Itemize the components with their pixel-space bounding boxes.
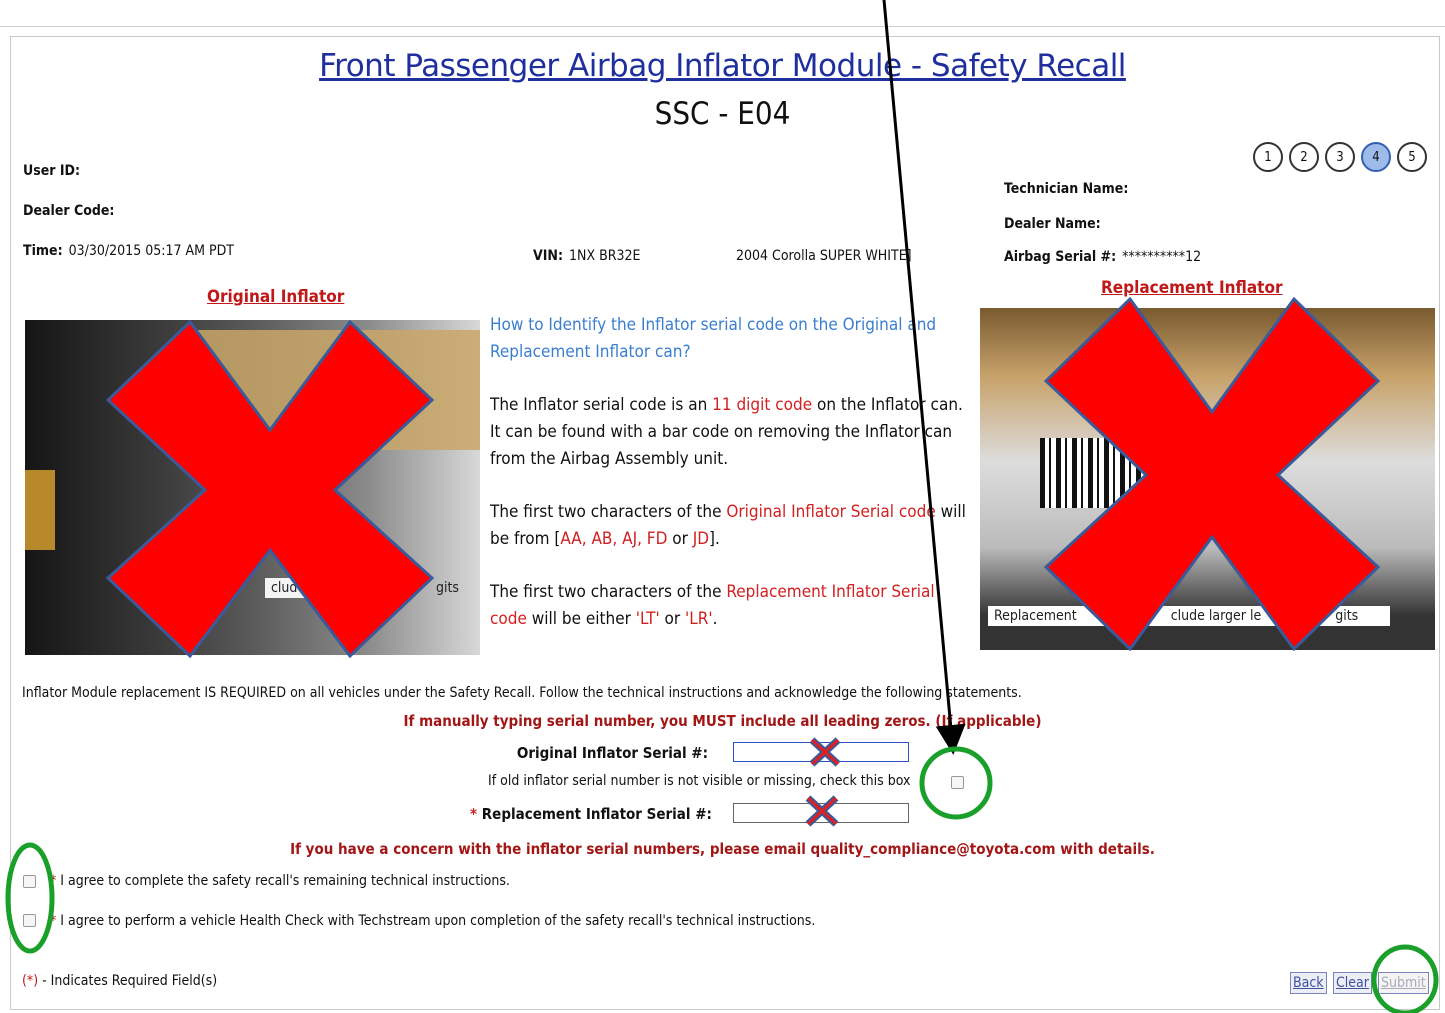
agree-technical-instructions-checkbox[interactable]: [23, 875, 36, 888]
user-id-row: User ID:: [23, 163, 86, 179]
inflator-connector: [25, 470, 55, 550]
agree-health-check-label: I agree to perform a vehicle Health Chec…: [60, 913, 816, 929]
step-1[interactable]: 1: [1253, 142, 1283, 172]
user-id-label: User ID:: [23, 163, 81, 179]
back-button[interactable]: Back: [1290, 972, 1327, 994]
time-value: 03/30/2015 05:17 AM PDT: [68, 243, 234, 259]
replacement-inflator-heading: Replacement Inflator: [1101, 278, 1283, 298]
page-subtitle: SSC - E04: [654, 96, 791, 132]
step-3[interactable]: 3: [1325, 142, 1355, 172]
vin-label: VIN:: [533, 248, 564, 264]
technician-name-row: Technician Name:: [1004, 181, 1134, 197]
serial-concern-contact: If you have a concern with the inflator …: [290, 840, 1155, 858]
step-2[interactable]: 2: [1289, 142, 1319, 172]
agree-health-check-row: * I agree to perform a vehicle Health Ch…: [50, 913, 816, 929]
help-question: How to Identify the Inflator serial code…: [490, 315, 937, 362]
replacement-serial-label: Replacement Inflator Serial #:: [481, 805, 712, 823]
original-serial-input[interactable]: [733, 742, 909, 762]
original-photo-redaction-x: [105, 320, 435, 658]
inflator-identification-help: How to Identify the Inflator serial code…: [490, 312, 970, 659]
step-indicator: 1 2 3 4 5: [1253, 142, 1427, 172]
leading-zeros-warning: If manually typing serial number, you MU…: [403, 712, 1042, 730]
submit-button[interactable]: Submit: [1378, 972, 1429, 994]
agree-technical-instructions-row: * I agree to complete the safety recall'…: [50, 873, 510, 889]
required-asterisk: *: [470, 805, 478, 823]
time-label: Time:: [23, 243, 63, 259]
clear-button[interactable]: Clear: [1333, 972, 1372, 994]
dealer-name-label: Dealer Name:: [1004, 216, 1101, 232]
vin-value: 1NX BR32E: [569, 248, 641, 264]
step-4-current[interactable]: 4: [1361, 142, 1391, 172]
replacement-serial-label-row: * Replacement Inflator Serial #:: [470, 805, 712, 823]
original-inflator-heading: Original Inflator: [207, 287, 345, 307]
required-fields-legend: (*) - Indicates Required Field(s): [22, 973, 218, 989]
replacement-photo-redaction-x: [1043, 297, 1381, 652]
help-paragraph-3: The first two characters of the Replacem…: [490, 582, 935, 629]
agree-health-check-checkbox[interactable]: [23, 914, 36, 927]
replacement-required-notice: Inflator Module replacement IS REQUIRED …: [22, 685, 1022, 701]
missing-serial-checkbox[interactable]: [951, 776, 964, 789]
dealer-code-row: Dealer Code:: [23, 203, 120, 219]
help-paragraph-1: The Inflator serial code is an 11 digit …: [490, 395, 963, 469]
original-photo-caption-right: gits: [436, 580, 459, 596]
airbag-serial-value: **********12: [1122, 249, 1202, 265]
step-5[interactable]: 5: [1397, 142, 1427, 172]
dealer-code-label: Dealer Code:: [23, 203, 115, 219]
dealer-name-row: Dealer Name:: [1004, 216, 1107, 232]
vehicle-description: 2004 Corolla SUPER WHITE]: [736, 248, 912, 264]
replacement-serial-input[interactable]: [733, 803, 909, 823]
agree-technical-instructions-label: I agree to complete the safety recall's …: [60, 873, 510, 889]
vin-row: VIN: 1NX BR32E: [533, 248, 640, 264]
airbag-serial-row: Airbag Serial #: **********12: [1004, 249, 1201, 265]
technician-name-label: Technician Name:: [1004, 181, 1129, 197]
page-title[interactable]: Front Passenger Airbag Inflator Module -…: [0, 48, 1445, 84]
time-row: Time: 03/30/2015 05:17 AM PDT: [23, 243, 234, 259]
original-serial-label: Original Inflator Serial #:: [516, 744, 708, 762]
missing-serial-instruction: If old inflator serial number is not vis…: [488, 773, 911, 789]
airbag-serial-label: Airbag Serial #:: [1004, 249, 1117, 265]
help-paragraph-2: The first two characters of the Original…: [490, 502, 966, 549]
top-border-line: [0, 26, 1445, 27]
